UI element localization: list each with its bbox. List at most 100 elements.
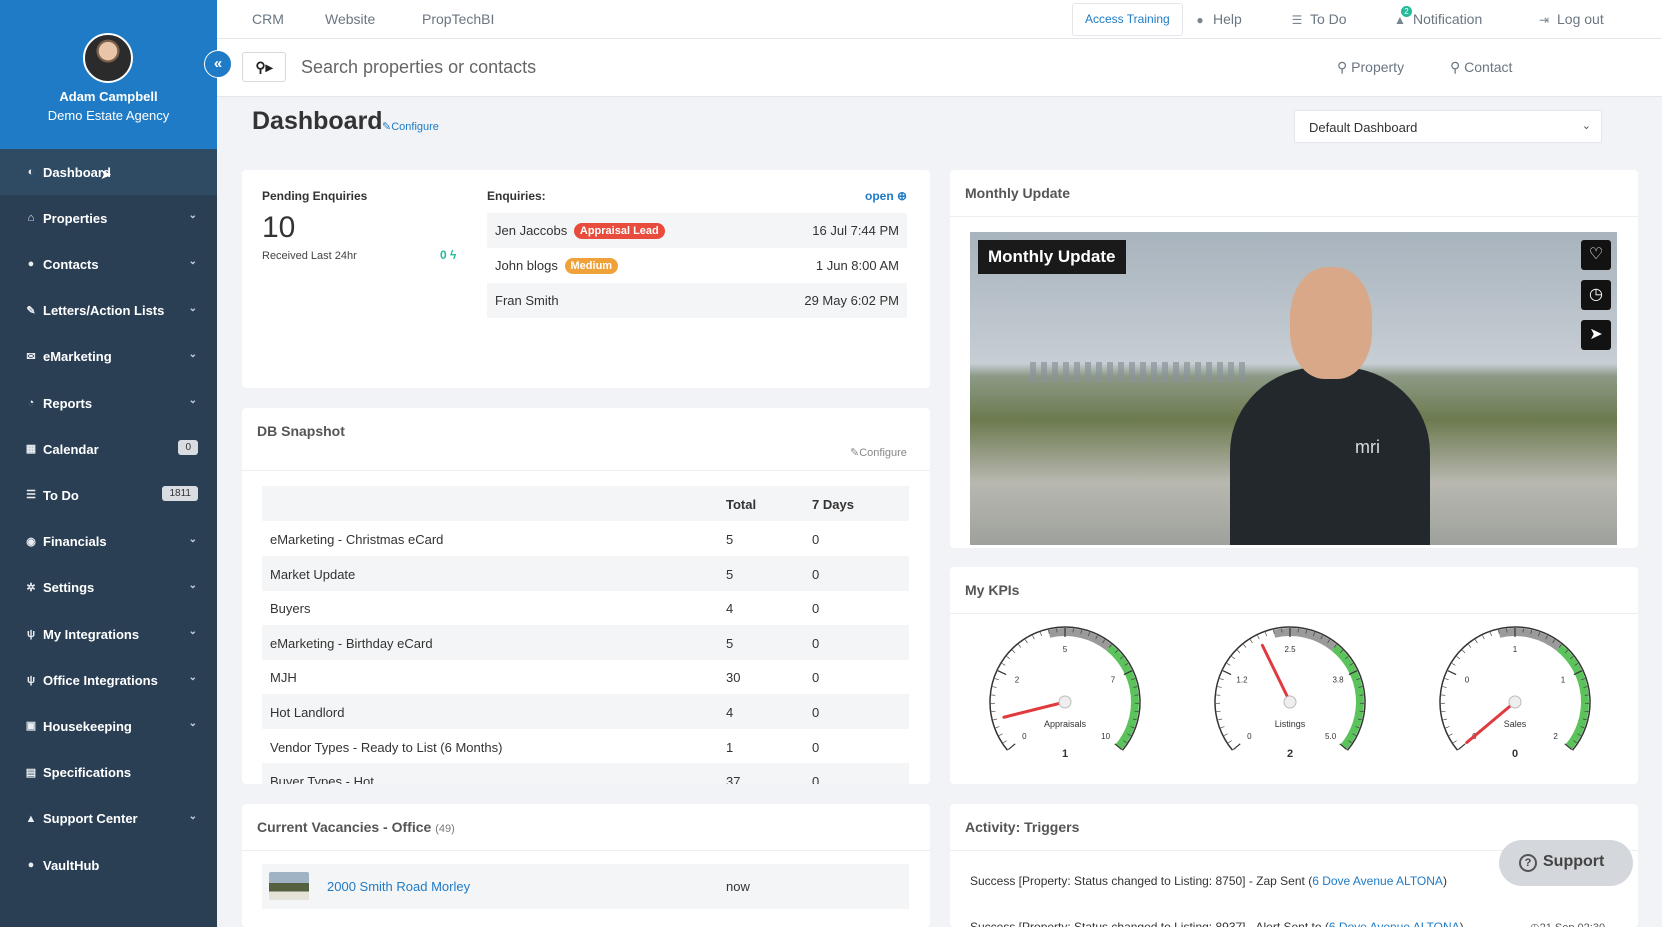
enquiry-row[interactable]: Fran Smith 29 May 6:02 PM — [487, 283, 907, 318]
activity-property-link[interactable]: 6 Dove Avenue ALTONA — [1312, 874, 1443, 888]
monthly-update-title: Monthly Update — [965, 185, 1070, 201]
db-row[interactable]: Buyers 4 0 — [262, 590, 909, 625]
logout-link[interactable]: ⇥ Log out — [1537, 11, 1604, 27]
gauge-tick — [1462, 649, 1466, 654]
access-training-button[interactable]: Access Training — [1072, 3, 1183, 36]
sidebar-item-housekeeping[interactable]: ▣ Housekeeping ⌄ — [0, 703, 217, 749]
crm-link[interactable]: CRM — [252, 11, 284, 27]
gauge-tick — [1482, 635, 1485, 640]
todo-link[interactable]: ☰ To Do — [1290, 11, 1347, 27]
db-row[interactable]: MJH 30 0 — [262, 659, 909, 694]
db-row-name: Market Update — [270, 566, 356, 582]
contact-search-link[interactable]: ⚲ Contact — [1450, 59, 1512, 76]
gauge-tick — [1231, 656, 1236, 660]
gauge-band-green — [1106, 644, 1139, 750]
sidebar-item-label: Specifications — [43, 765, 132, 781]
gauge-tick — [1237, 649, 1241, 654]
enquiries-panel: Pending Enquiries 10 Received Last 24hr … — [242, 170, 930, 388]
share-button[interactable]: ➤ — [1581, 320, 1611, 350]
gauge-tick — [1257, 635, 1260, 640]
list-icon: ☰ — [1291, 13, 1303, 27]
watch-later-button[interactable]: ◷ — [1581, 280, 1611, 310]
sidebar-item-properties[interactable]: ⌂ Properties ⌄ — [0, 195, 217, 241]
gauge-tick-label: 0 — [1022, 732, 1027, 741]
video-player[interactable]: mri Monthly Update ♡ ◷ ➤ — [970, 232, 1617, 545]
chevron-down-icon: ⌄ — [188, 626, 197, 637]
db-row-total: 5 — [726, 566, 734, 582]
sidebar-item-to-do[interactable]: ☰ To Do 1811 — [0, 472, 217, 518]
support-icon: ▲ — [25, 812, 37, 825]
monthly-update-panel: Monthly Update mri Monthly Update ♡ ◷ ➤ — [950, 170, 1638, 548]
sidebar-item-reports[interactable]: ◔ Reports ⌄ — [0, 380, 217, 426]
gauge-label: Sales — [1504, 719, 1527, 729]
sidebar-item-office-integrations[interactable]: ψ Office Integrations ⌄ — [0, 657, 217, 703]
activity-time-value: 21 Sep 02:30 — [1540, 922, 1605, 927]
dashboard-select[interactable]: Default Dashboard ⌄ — [1294, 110, 1602, 143]
sidebar-item-financials[interactable]: ◉ Financials ⌄ — [0, 519, 217, 565]
activity-text: Success [Property: Status changed to Lis… — [970, 874, 1313, 888]
chevron-down-icon: ⌄ — [188, 256, 197, 268]
enquiry-row[interactable]: John blogs Medium 1 Jun 8:00 AM — [487, 248, 907, 283]
money-icon: ◉ — [26, 535, 36, 548]
proptechbi-link[interactable]: PropTechBI — [422, 11, 494, 27]
sidebar-item-my-integrations[interactable]: ψ My Integrations ⌄ — [0, 611, 217, 657]
sidebar-item-calendar[interactable]: ▦ Calendar 0 — [0, 426, 217, 472]
support-button[interactable]: ? Support — [1499, 840, 1633, 886]
todo-label: To Do — [1310, 11, 1347, 27]
db-row[interactable]: eMarketing - Birthday eCard 5 0 — [262, 624, 909, 660]
gauge-tick-label: 2 — [1553, 732, 1558, 741]
configure-dashboard-link[interactable]: ✎Configure — [382, 120, 439, 133]
chevron-down-icon: ⌄ — [188, 718, 197, 730]
db-row[interactable]: Market Update 5 0 — [262, 555, 909, 591]
db-row[interactable]: Hot Landlord 4 0 — [262, 694, 909, 729]
sidebar-item-settings[interactable]: ✲ Settings ⌄ — [0, 565, 217, 611]
help-link[interactable]: ● Help — [1193, 11, 1241, 27]
db-row-7days: 0 — [812, 601, 820, 617]
video-presenter: mri — [1230, 267, 1430, 545]
avatar[interactable] — [83, 33, 133, 83]
sidebar-badge: 0 — [178, 440, 198, 456]
sidebar-item-emarketing[interactable]: ✉ eMarketing ⌄ — [0, 334, 217, 380]
vacancy-time: now — [726, 879, 750, 894]
gauge-band-grey — [1273, 628, 1337, 651]
db-row[interactable]: Buyer Types - Hot 37 0 — [262, 763, 909, 784]
sidebar-item-letters-action-lists[interactable]: ✎ Letters/Action Lists ⌄ — [0, 288, 217, 334]
enquiry-row[interactable]: Jen Jaccobs Appraisal Lead 16 Jul 7:44 PM — [487, 213, 907, 248]
search-mode-button[interactable]: ⚲▸ — [242, 52, 286, 82]
sidebar-item-label: My Integrations — [43, 626, 140, 642]
vacancy-row[interactable]: 2000 Smith Road Morley now — [262, 864, 909, 909]
sidebar-item-vaulthub[interactable]: ● VaultHub — [0, 842, 217, 888]
chevron-down-icon: ⌄ — [188, 810, 197, 822]
gauge-tick — [1447, 670, 1457, 676]
gauge-tick — [1040, 632, 1042, 637]
property-search-link[interactable]: ⚲ Property — [1337, 59, 1404, 76]
search-input[interactable] — [301, 52, 1201, 82]
collapse-sidebar-button[interactable]: « — [204, 50, 232, 78]
website-link[interactable]: Website — [325, 11, 375, 27]
db-row-name: eMarketing - Christmas eCard — [270, 532, 444, 547]
db-row-7days: 0 — [812, 532, 820, 547]
gauge-graphic: 0 1.2 2.5 3.8 5.0 Listings 2 — [1214, 626, 1366, 760]
gauge-tick-label: 5 — [1063, 645, 1068, 654]
gauge-tick — [1490, 632, 1492, 637]
sidebar-item-support-center[interactable]: ▲ Support Center ⌄ — [0, 796, 217, 842]
gauge-tick — [1442, 686, 1447, 688]
db-row-name: Vendor Types - Ready to List (6 Months) — [270, 739, 503, 755]
gauge-band-green — [1556, 644, 1589, 750]
notification-link[interactable]: ▲ 2 Notification — [1393, 6, 1482, 27]
sidebar-item-specifications[interactable]: ▤ Specifications — [0, 750, 217, 796]
db-row[interactable]: eMarketing - Christmas eCard 5 0 — [262, 521, 909, 556]
gauge-tick — [1451, 663, 1456, 666]
sidebar-item-label: VaultHub — [43, 857, 100, 873]
db-row[interactable]: Vendor Types - Ready to List (6 Months) 1… — [262, 729, 909, 764]
logout-icon: ⇥ — [1538, 13, 1550, 27]
sidebar-item-contacts[interactable]: ● Contacts ⌄ — [0, 241, 217, 287]
activity-property-link[interactable]: 6 Dove Avenue ALTONA — [1329, 920, 1460, 927]
gauge-tick — [998, 733, 1003, 736]
vacancy-address-link[interactable]: 2000 Smith Road Morley — [327, 879, 470, 894]
gauge-tick-label: 1 — [1513, 645, 1518, 654]
open-enquiries-link[interactable]: open ⊕ — [865, 189, 907, 203]
list-icon: ☰ — [26, 489, 36, 502]
db-configure-link[interactable]: ✎Configure — [850, 446, 907, 459]
like-button[interactable]: ♡ — [1581, 240, 1611, 270]
